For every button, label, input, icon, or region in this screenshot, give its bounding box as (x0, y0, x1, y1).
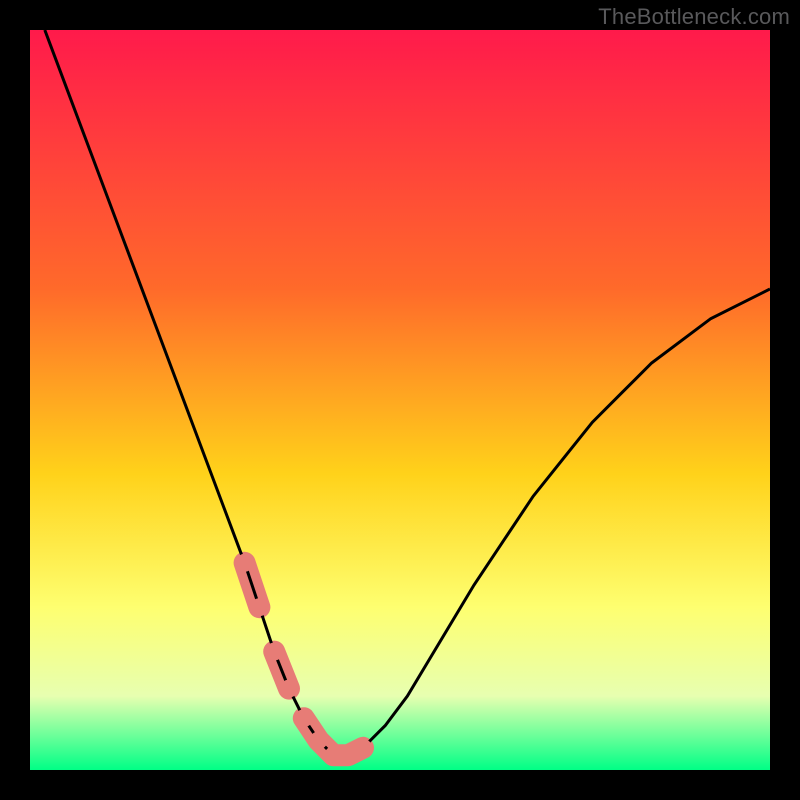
marker-dot (295, 709, 313, 727)
chart-svg (30, 30, 770, 770)
plot-area (30, 30, 770, 770)
marker-dot (310, 731, 328, 749)
gradient-bg (30, 30, 770, 770)
marker-dot (236, 554, 254, 572)
marker-dot (250, 598, 268, 616)
outer-frame: TheBottleneck.com (0, 0, 800, 800)
marker-dot (265, 643, 283, 661)
marker-dot (354, 739, 372, 757)
marker-dot (280, 680, 298, 698)
watermark-text: TheBottleneck.com (598, 4, 790, 30)
